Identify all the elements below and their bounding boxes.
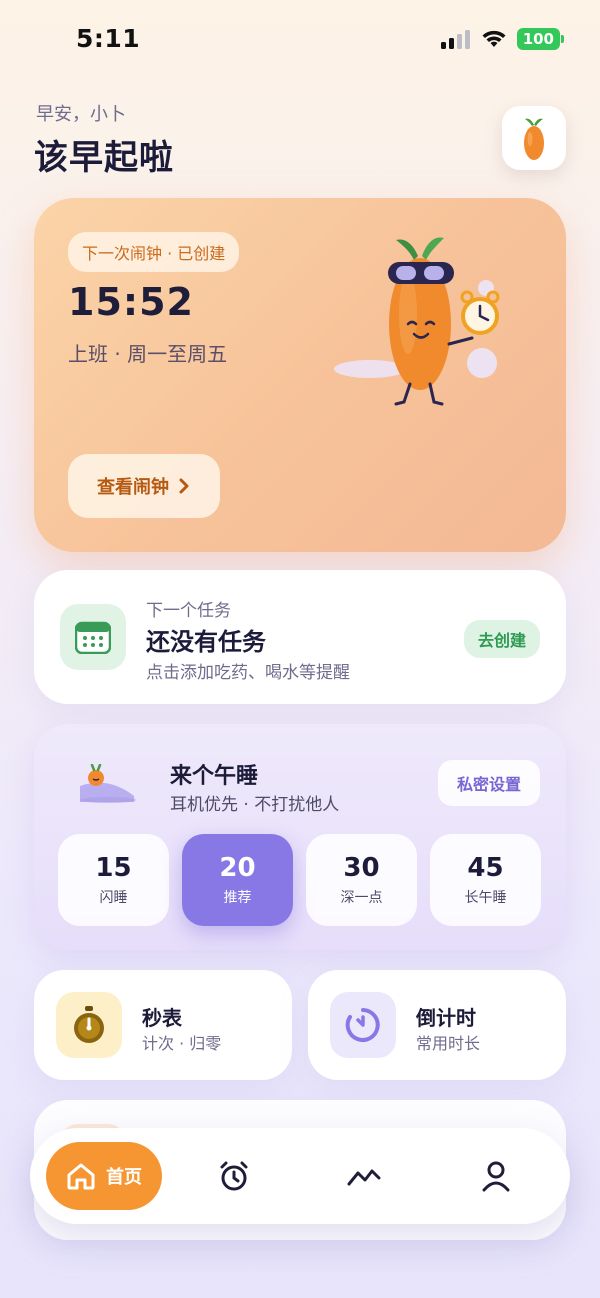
tab-alarm[interactable]	[210, 1152, 258, 1200]
profile-icon	[482, 1161, 510, 1192]
task-hint: 点击添加吃药、喝水等提醒	[146, 663, 350, 683]
status-icons: 100	[440, 28, 565, 50]
countdown-subtitle: 常用时长	[416, 1034, 481, 1053]
carrot-mascot-illustration	[334, 237, 500, 406]
nap-bed-illustration	[80, 764, 136, 803]
nap-option-label: 闪睡	[99, 890, 128, 906]
chevron-right-icon	[179, 478, 189, 494]
nap-option-30[interactable]: 30 深一点	[306, 834, 417, 926]
home-icon	[67, 1163, 95, 1190]
battery-indicator: 100	[516, 28, 565, 50]
page-title: 该早起啦	[34, 138, 174, 178]
nap-option-minutes: 20	[219, 853, 256, 883]
create-task-button[interactable]: 去创建	[463, 620, 540, 658]
tab-home[interactable]: 首页	[46, 1142, 162, 1210]
nap-option-label: 深一点	[340, 890, 383, 906]
nap-title: 来个午睡	[170, 764, 259, 789]
stopwatch-subtitle: 计次 · 归零	[142, 1034, 222, 1053]
nap-duration-options: 15 闪睡 20 推荐 30 深一点 45 长午睡	[58, 834, 541, 926]
nap-option-label: 长午睡	[464, 890, 507, 906]
nap-option-minutes: 30	[343, 853, 380, 883]
alarm-repeat-label: 上班 · 周一至周五	[68, 342, 228, 366]
stopwatch-title: 秒表	[142, 1006, 182, 1030]
nap-card: 来个午睡 耳机优先 · 不打扰他人 私密设置 15 闪睡 20 推荐 30 深一…	[34, 724, 566, 950]
alarm-clock-icon	[220, 1161, 248, 1191]
nap-option-20[interactable]: 20 推荐	[182, 834, 293, 926]
countdown-title: 倒计时	[416, 1006, 476, 1030]
carrot-avatar-icon	[524, 118, 544, 160]
privacy-settings-button[interactable]: 私密设置	[438, 760, 540, 806]
tab-home-label: 首页	[106, 1167, 142, 1188]
avatar[interactable]	[502, 106, 566, 170]
countdown-icon	[345, 1008, 380, 1042]
trend-chart-icon	[347, 1169, 381, 1186]
nap-option-45[interactable]: 45 长午睡	[430, 834, 541, 926]
nap-option-minutes: 45	[467, 853, 504, 883]
next-alarm-card[interactable]: 下一次闹钟 · 已创建 15:52 上班 · 周一至周五 查看闹钟	[34, 198, 566, 552]
nap-option-minutes: 15	[95, 853, 132, 883]
nap-subtitle: 耳机优先 · 不打扰他人	[170, 795, 340, 815]
alarm-time: 15:52	[68, 280, 194, 324]
next-task-card[interactable]: 下一个任务 还没有任务 点击添加吃药、喝水等提醒 去创建	[34, 570, 566, 704]
view-alarm-label: 查看闹钟	[97, 477, 169, 498]
nap-option-15[interactable]: 15 闪睡	[58, 834, 169, 926]
countdown-icon-box	[330, 992, 396, 1058]
signal-icon	[440, 30, 470, 49]
task-title: 还没有任务	[146, 628, 266, 656]
task-section-label: 下一个任务	[146, 601, 231, 621]
nap-option-label: 推荐	[223, 890, 252, 906]
calendar-icon	[75, 621, 111, 654]
greeting-text: 早安，小卜	[36, 104, 126, 125]
stopwatch-card[interactable]: 秒表 计次 · 归零	[34, 970, 292, 1080]
status-time: 5:11	[76, 24, 141, 53]
view-alarm-button[interactable]: 查看闹钟	[68, 454, 220, 518]
stopwatch-icon	[74, 1006, 104, 1043]
task-icon-box	[60, 604, 126, 670]
wifi-icon	[482, 30, 506, 47]
tab-profile[interactable]	[472, 1152, 520, 1200]
alarm-status-badge: 下一次闹钟 · 已创建	[68, 232, 240, 272]
bottom-tab-bar: 首页	[30, 1128, 570, 1224]
tab-stats[interactable]	[340, 1152, 388, 1200]
stopwatch-icon-box	[56, 992, 122, 1058]
countdown-card[interactable]: 倒计时 常用时长	[308, 970, 566, 1080]
status-bar: 5:11 100	[0, 0, 600, 80]
